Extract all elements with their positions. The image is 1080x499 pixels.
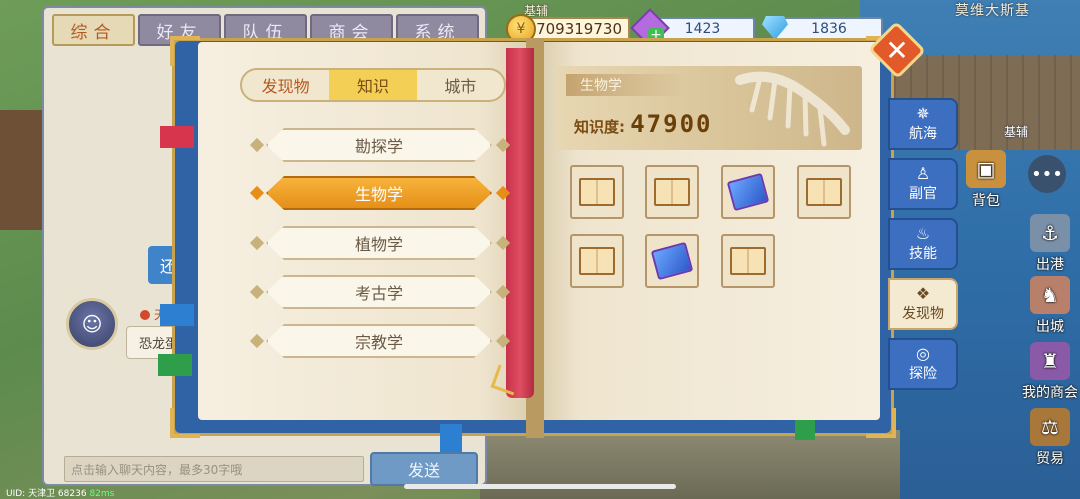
subject-biology[interactable]: 生物学 (266, 176, 492, 210)
knowledge-item[interactable] (645, 234, 699, 288)
knowledge-item[interactable] (721, 234, 775, 288)
region-title: 莫维大斯基 (955, 3, 1030, 19)
more-button[interactable]: ••• (1028, 155, 1066, 193)
category-tab-bar: 发现物 知识 城市 (240, 68, 506, 102)
boar-icon: ♞ (1030, 276, 1070, 314)
knowledge-item[interactable] (570, 234, 624, 288)
rank-dot-icon (140, 310, 150, 320)
discovery-icon: ❖ (915, 284, 931, 303)
chat-input[interactable]: 点击输入聊天内容，最多30字哦 (64, 456, 364, 482)
subject-archaeology[interactable]: 考古学 (266, 275, 492, 309)
blue-bookmark (160, 304, 194, 326)
knowledge-item[interactable] (721, 165, 775, 219)
tab-knowledge[interactable]: 知识 (329, 70, 417, 100)
corner-ornament (170, 408, 200, 438)
ship-icon: ⚓ (1030, 214, 1070, 252)
book-icon (730, 247, 766, 275)
player-avatar[interactable]: ☺ (66, 298, 118, 350)
subject-theology[interactable]: 宗教学 (266, 324, 492, 358)
page-ribbon (506, 48, 534, 398)
corner-ornament (170, 36, 200, 66)
green-bookmark (158, 354, 192, 376)
castle-icon: ♜ (1030, 342, 1070, 380)
side-tab-label: 技能 (909, 246, 937, 262)
green-bookmark (795, 420, 815, 440)
book-icon (579, 247, 615, 275)
side-tab-label: 副官 (909, 186, 937, 202)
side-tab-officer[interactable]: ♙ 副官 (888, 158, 958, 210)
subject-title: 生物学 (566, 74, 686, 96)
trade-button[interactable]: ⚖ 贸易 (1022, 408, 1078, 468)
city-label: 出城 (1036, 319, 1064, 335)
close-button[interactable]: ✕ (876, 30, 918, 70)
knowledge-value: 47900 (630, 110, 713, 138)
compass-wheel-icon: ✵ (916, 104, 930, 123)
red-bookmark (160, 126, 194, 148)
knowledge-label: 知识度: (574, 118, 625, 136)
side-tab-navigation[interactable]: ✵ 航海 (888, 98, 958, 150)
officer-icon: ♙ (915, 164, 931, 183)
my-guild-button[interactable]: ♜ 我的商会 (1018, 342, 1080, 402)
bag-label: 背包 (972, 193, 1000, 209)
side-tab-discoveries[interactable]: ❖ 发现物 (888, 278, 958, 330)
knowledge-item[interactable] (797, 165, 851, 219)
dock-label: 基辅 (1004, 125, 1029, 139)
blue-tome-icon (726, 172, 770, 212)
send-button[interactable]: 发送 (370, 452, 478, 486)
side-tab-label: 发现物 (902, 306, 944, 322)
port-button[interactable]: ⚓ 出港 (1022, 214, 1078, 274)
subject-botany[interactable]: 植物学 (266, 226, 492, 260)
ping-text: 82ms (89, 489, 115, 499)
city-button[interactable]: ♞ 出城 (1022, 276, 1078, 336)
home-indicator[interactable] (404, 484, 676, 489)
trade-icon: ⚖ (1030, 408, 1070, 446)
status-bar: UID: 天津卫 68236 82ms (6, 486, 114, 499)
side-tab-label: 探险 (909, 366, 937, 382)
side-tab-exploration[interactable]: ◎ 探险 (888, 338, 958, 390)
flame-icon: ♨ (915, 224, 931, 243)
side-tab-label: 航海 (909, 126, 937, 142)
uid-text: UID: 天津卫 68236 (6, 489, 87, 499)
blue-bookmark (440, 424, 462, 452)
port-label: 出港 (1036, 257, 1064, 273)
bag-button[interactable]: ▣ 背包 (958, 150, 1014, 210)
knowledge-item[interactable] (570, 165, 624, 219)
tab-cities[interactable]: 城市 (417, 70, 504, 100)
tab-discoveries[interactable]: 发现物 (242, 70, 329, 100)
guild-label: 我的商会 (1022, 385, 1078, 401)
book-icon (806, 178, 842, 206)
blue-tome-icon (650, 241, 694, 281)
subject-prospecting[interactable]: 勘探学 (266, 128, 492, 162)
book-icon (579, 178, 615, 206)
side-tab-skills[interactable]: ♨ 技能 (888, 218, 958, 270)
chest-icon: ▣ (966, 150, 1006, 188)
knowledge-score: 知识度: 47900 (574, 110, 712, 138)
compass-icon: ◎ (916, 344, 930, 363)
knowledge-item[interactable] (645, 165, 699, 219)
trade-label: 贸易 (1036, 451, 1064, 467)
skeleton-icon (735, 71, 850, 147)
chat-tab-general[interactable]: 综合 (52, 14, 135, 46)
book-icon (654, 178, 690, 206)
